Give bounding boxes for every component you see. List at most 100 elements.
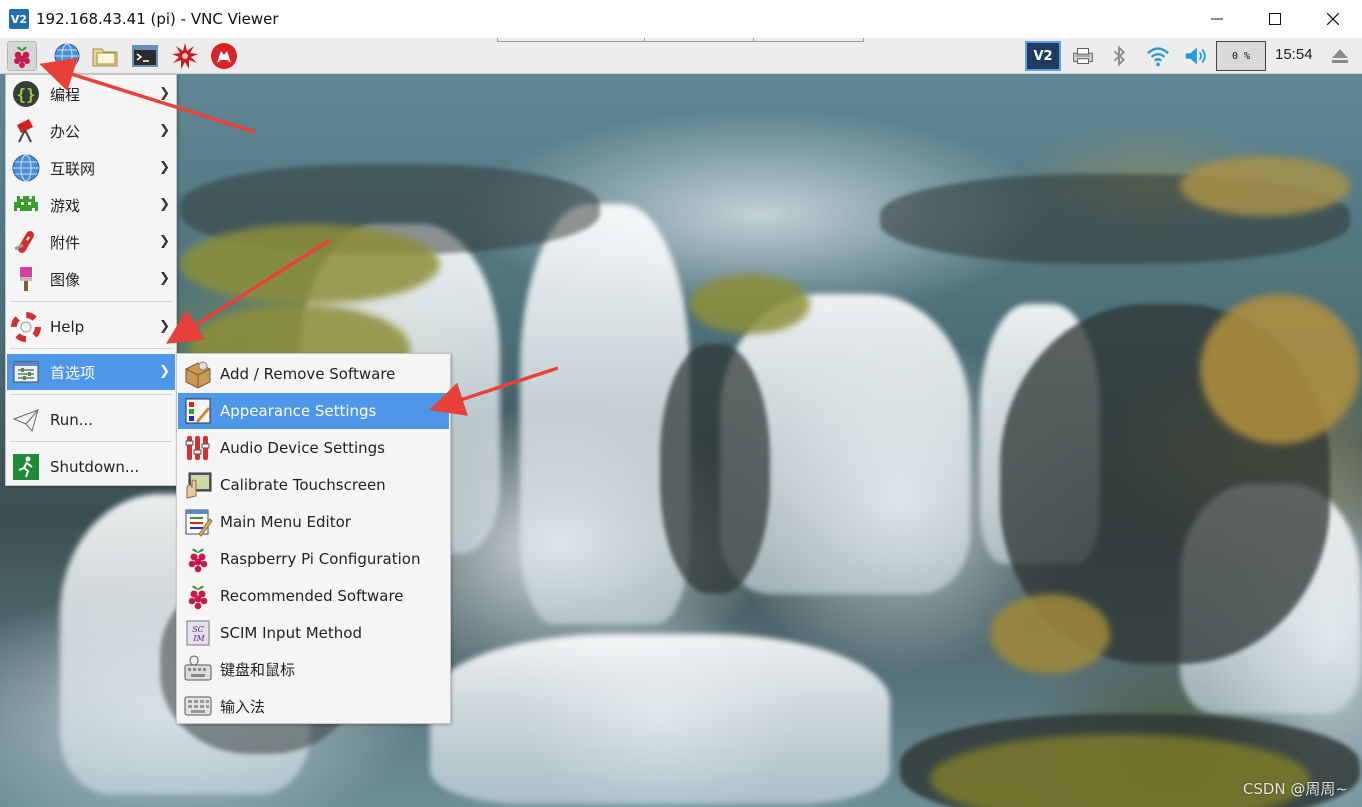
submenu-item-add-remove-software[interactable]: Add / Remove Software — [178, 356, 449, 392]
printer-tray-button[interactable] — [1066, 41, 1100, 71]
starburst-icon — [172, 43, 198, 69]
keyboard-mouse-icon — [183, 654, 213, 684]
submenu-item-scim-input-method[interactable]: SC IM SCIM Input Method — [178, 615, 449, 651]
submenu-item-keyboard-mouse[interactable]: 键盘和鼠标 — [178, 651, 449, 687]
internet-globe-icon — [11, 153, 41, 183]
submenu-item-raspberry-pi-configuration[interactable]: Raspberry Pi Configuration — [178, 541, 449, 577]
submenu-item-appearance-settings[interactable]: Appearance Settings — [178, 393, 449, 429]
chevron-right-icon: ❯ — [159, 123, 170, 138]
wolfram-launcher[interactable] — [209, 41, 239, 71]
menu-item-run[interactable]: Run... — [7, 402, 175, 438]
close-icon — [1327, 13, 1339, 25]
graphics-brush-icon — [11, 264, 41, 294]
office-icon — [11, 116, 41, 146]
submenu-item-label: Recommended Software — [220, 587, 404, 605]
chevron-right-icon: ❯ — [159, 86, 170, 101]
shutdown-exit-icon — [11, 452, 41, 482]
menu-item-shutdown[interactable]: Shutdown... — [7, 449, 175, 485]
csdn-watermark: CSDN @周周~ — [1242, 780, 1348, 798]
vnc-viewer-app-icon: V2 — [9, 9, 29, 29]
clock[interactable]: 15:54 — [1275, 46, 1313, 63]
svg-text:{}: {} — [16, 85, 35, 104]
submenu-item-calibrate-touchscreen[interactable]: Calibrate Touchscreen — [178, 467, 449, 503]
submenu-item-label: Main Menu Editor — [220, 513, 351, 531]
submenu-item-audio-device-settings[interactable]: Audio Device Settings — [178, 430, 449, 466]
printer-icon — [1073, 48, 1093, 64]
menu-item-programming[interactable]: {} 编程 ❯ — [7, 76, 175, 112]
vnc-server-icon: V2 — [1033, 48, 1053, 64]
programming-icon: {} — [11, 79, 41, 109]
preferences-icon — [11, 357, 41, 387]
terminal-launcher[interactable] — [130, 41, 160, 71]
svg-text:IM: IM — [192, 634, 205, 643]
appearance-icon — [183, 396, 213, 426]
raspberry-pi-taskbar: V2 0 % 15:54 — [0, 38, 1362, 74]
eject-tray-button[interactable] — [1330, 46, 1350, 70]
raspberry-menu-button[interactable] — [7, 41, 37, 71]
submenu-item-label: Add / Remove Software — [220, 365, 396, 383]
web-browser-launcher[interactable] — [52, 41, 82, 71]
menu-item-preferences[interactable]: 首选项 ❯ — [7, 354, 175, 390]
vnc-server-tray-button[interactable]: V2 — [1025, 41, 1061, 71]
audio-mixer-icon — [183, 433, 213, 463]
menu-item-label: 附件 — [50, 233, 81, 252]
input-method-keyboard-icon — [183, 691, 213, 721]
wolfram-wolf-icon — [211, 43, 237, 69]
menu-item-label: Help — [50, 318, 85, 336]
chevron-right-icon: ❯ — [159, 319, 170, 334]
cpu-usage-monitor[interactable]: 0 % — [1216, 41, 1266, 71]
menu-item-games[interactable]: 游戏 ❯ — [7, 187, 175, 223]
games-alien-icon — [11, 190, 41, 220]
menu-editor-icon — [183, 507, 213, 537]
menu-item-label: Run... — [50, 411, 94, 429]
speaker-volume-icon — [1185, 47, 1206, 65]
menu-separator — [10, 348, 172, 349]
submenu-item-label: Audio Device Settings — [220, 439, 385, 457]
wifi-icon — [1147, 47, 1169, 67]
menu-item-office[interactable]: 办公 ❯ — [7, 113, 175, 149]
math-launcher[interactable] — [170, 41, 200, 71]
menu-item-internet[interactable]: 互联网 ❯ — [7, 150, 175, 186]
submenu-item-recommended-software[interactable]: Recommended Software — [178, 578, 449, 614]
menu-item-label: 首选项 — [50, 363, 96, 382]
touchscreen-icon — [183, 470, 213, 500]
minimize-icon — [1211, 18, 1223, 20]
wifi-tray-button[interactable] — [1143, 41, 1173, 71]
minimize-button[interactable] — [1188, 0, 1246, 38]
chevron-right-icon: ❯ — [159, 271, 170, 286]
window-task-strip — [497, 38, 864, 42]
applications-main-menu: {} 编程 ❯ 办公 ❯ 互联网 ❯ 游戏 ❯ 附件 ❯ 图像 ❯ Help ❯… — [5, 74, 177, 486]
menu-item-label: 编程 — [50, 85, 81, 104]
volume-tray-button[interactable] — [1180, 41, 1210, 71]
close-button[interactable] — [1304, 0, 1362, 38]
submenu-item-label: Appearance Settings — [220, 402, 377, 420]
submenu-item-label: 键盘和鼠标 — [220, 660, 296, 679]
submenu-item-main-menu-editor[interactable]: Main Menu Editor — [178, 504, 449, 540]
menu-separator — [10, 441, 172, 442]
menu-item-accessories[interactable]: 附件 ❯ — [7, 224, 175, 260]
submenu-item-label: SCIM Input Method — [220, 624, 362, 642]
bluetooth-tray-button[interactable] — [1106, 41, 1132, 71]
chevron-right-icon: ❯ — [159, 234, 170, 249]
menu-item-label: Shutdown... — [50, 458, 140, 476]
preferences-submenu: Add / Remove Software Appearance Setting… — [176, 353, 451, 724]
raspberry-logo-icon — [14, 46, 30, 68]
maximize-button[interactable] — [1246, 0, 1304, 38]
bluetooth-icon — [1113, 45, 1125, 67]
file-manager-launcher[interactable] — [90, 41, 120, 71]
submenu-item-input-method[interactable]: 输入法 — [178, 688, 449, 724]
terminal-icon — [132, 45, 158, 67]
menu-item-label: 图像 — [50, 270, 81, 289]
run-paperplane-icon — [11, 405, 41, 435]
package-icon — [183, 359, 213, 389]
accessories-knife-icon — [11, 227, 41, 257]
window-title: 192.168.43.41 (pi) - VNC Viewer — [36, 10, 279, 28]
raspberry-icon — [183, 581, 213, 611]
maximize-icon — [1269, 13, 1281, 25]
raspberry-icon — [183, 544, 213, 574]
folder-icon — [92, 48, 118, 67]
menu-item-help[interactable]: Help ❯ — [7, 309, 175, 345]
svg-text:SC: SC — [192, 625, 204, 634]
chevron-right-icon: ❯ — [159, 160, 170, 175]
menu-item-graphics[interactable]: 图像 ❯ — [7, 261, 175, 297]
